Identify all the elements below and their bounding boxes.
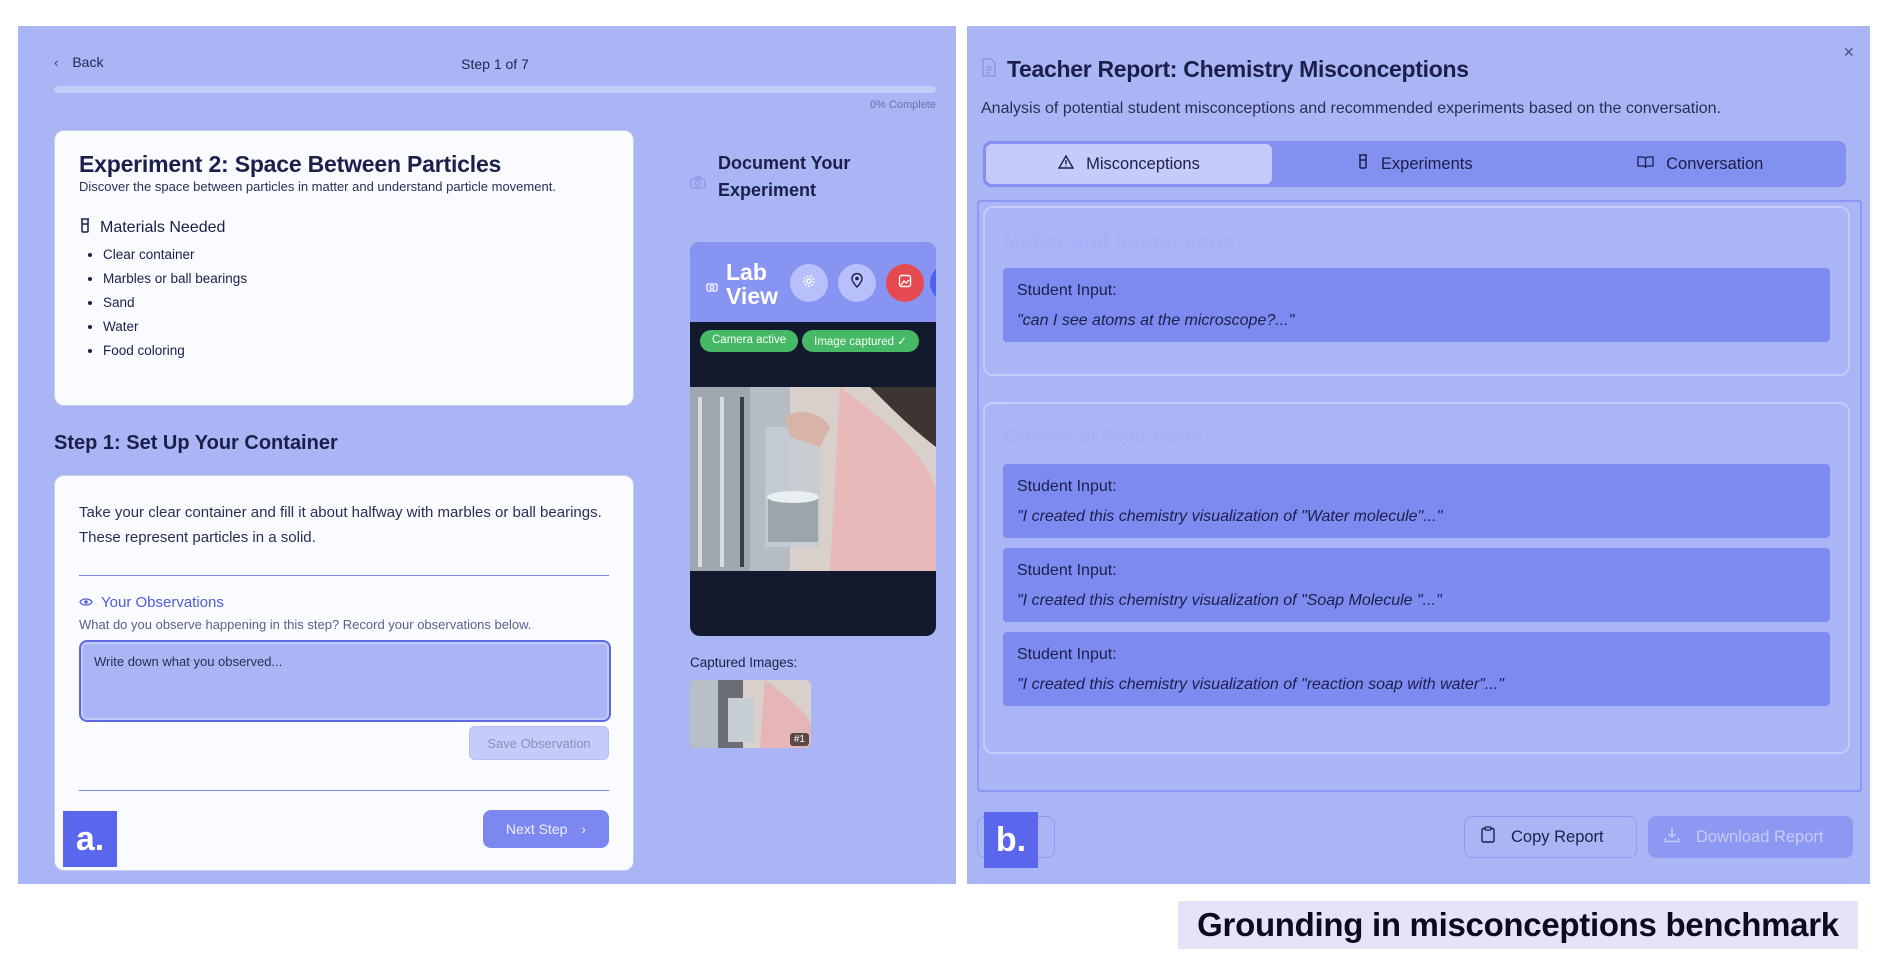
- figure-caption: Grounding in misconceptions benchmark: [1178, 901, 1858, 949]
- camera-icon: [690, 176, 706, 204]
- lab-view-title: Lab View: [706, 260, 778, 308]
- group-title: Matter and Interactions: [1003, 230, 1235, 253]
- list-item: Sand: [103, 295, 609, 311]
- document-icon: [981, 57, 997, 82]
- capture-button[interactable]: [886, 264, 924, 302]
- student-input-label: Student Input:: [1017, 562, 1117, 579]
- panel-label-a: a.: [63, 811, 117, 867]
- tab-misconceptions[interactable]: Misconceptions: [986, 144, 1272, 184]
- list-item: Food coloring: [103, 343, 609, 359]
- close-icon[interactable]: ×: [1843, 42, 1854, 63]
- progress-bar: [54, 86, 936, 93]
- chevron-right-icon: ›: [581, 821, 587, 837]
- student-input-card: Student Input: "can I see atoms at the m…: [1003, 268, 1830, 342]
- status-row: Camera active Image captured ✓: [700, 330, 919, 352]
- location-button[interactable]: [838, 264, 876, 302]
- tab-conversation[interactable]: Conversation: [1558, 144, 1844, 184]
- tab-label: Experiments: [1380, 154, 1473, 173]
- experiment-card: Experiment 2: Space Between Particles Di…: [54, 130, 634, 406]
- misconception-group: Chemical Reactions Student Input: "I cre…: [983, 402, 1850, 754]
- tab-label: Misconceptions: [1086, 154, 1200, 173]
- materials-list: Clear container Marbles or ball bearings…: [79, 247, 609, 359]
- observation-textarea[interactable]: Write down what you observed...: [79, 640, 611, 722]
- lab-view-card: Lab View Camera active Image captured ✓: [690, 242, 936, 636]
- list-item: Clear container: [103, 247, 609, 263]
- student-input-quote: "I created this chemistry visualization …: [1017, 592, 1442, 609]
- clipboard-icon: [1481, 826, 1495, 848]
- download-report-button[interactable]: Download Report: [1648, 816, 1853, 858]
- save-observation-button[interactable]: Save Observation: [469, 726, 609, 760]
- document-experiment-title: Document Your Experiment: [718, 153, 851, 200]
- student-input-label: Student Input:: [1017, 478, 1117, 495]
- student-input-label: Student Input:: [1017, 646, 1117, 663]
- lab-title-line1: Lab: [726, 259, 767, 285]
- copy-report-label: Copy Report: [1511, 827, 1604, 846]
- beaker-icon: [79, 218, 91, 238]
- student-input-card: Student Input: "I created this chemistry…: [1003, 632, 1830, 706]
- tab-experiments[interactable]: Experiments: [1272, 144, 1558, 184]
- download-report-label: Download Report: [1696, 827, 1824, 846]
- misconception-group: Matter and Interactions Student Input: "…: [983, 206, 1850, 376]
- report-subtitle: Analysis of potential student misconcept…: [981, 100, 1721, 117]
- top-bar: ‹ Back Step 1 of 7: [54, 52, 936, 82]
- beaker-icon: [1357, 154, 1369, 174]
- step-indicator: Step 1 of 7: [461, 56, 529, 72]
- book-icon: [1637, 155, 1654, 174]
- experiment-title: Experiment 2: Space Between Particles: [79, 151, 502, 177]
- observations-hint: What do you observe happening in this st…: [79, 617, 532, 632]
- observations-heading-label: Your Observations: [101, 594, 224, 611]
- document-experiment-heading: Document Your Experiment: [690, 150, 940, 204]
- next-step-label: Next Step: [505, 821, 568, 837]
- panel-label-b: b.: [984, 812, 1038, 868]
- student-input-label: Student Input:: [1017, 282, 1117, 299]
- download-icon: [1664, 827, 1680, 848]
- divider: [79, 790, 609, 791]
- materials-heading-label: Materials Needed: [100, 219, 226, 236]
- list-item: Marbles or ball bearings: [103, 271, 609, 287]
- report-title: Teacher Report: Chemistry Misconceptions: [1007, 56, 1469, 82]
- settings-button[interactable]: [790, 264, 828, 302]
- student-input-card: Student Input: "I created this chemistry…: [1003, 548, 1830, 622]
- report-tabs: Misconceptions Experiments Conversation: [983, 141, 1846, 187]
- tab-label: Conversation: [1666, 154, 1764, 173]
- step-instruction: Take your clear container and fill it ab…: [79, 504, 602, 546]
- captured-images-label: Captured Images:: [690, 655, 798, 670]
- progress-label: 0% Complete: [869, 99, 936, 111]
- step-title: Step 1: Set Up Your Container: [54, 432, 338, 454]
- materials-heading: Materials Needed: [79, 218, 609, 238]
- warning-triangle-icon: [1057, 154, 1075, 174]
- camera-small-icon: [706, 272, 718, 296]
- step-card: Take your clear container and fill it ab…: [54, 475, 634, 871]
- divider: [79, 575, 609, 576]
- eye-icon: [79, 594, 93, 611]
- captured-image-thumbnail[interactable]: #1: [690, 680, 811, 748]
- next-step-button[interactable]: Next Step ›: [483, 810, 609, 848]
- more-button[interactable]: [930, 264, 936, 302]
- misconceptions-list[interactable]: Matter and Interactions Student Input: "…: [977, 200, 1862, 792]
- gear-icon: [802, 274, 816, 293]
- student-input-card: Student Input: "I created this chemistry…: [1003, 464, 1830, 538]
- experiment-subtitle: Discover the space between particles in …: [79, 179, 556, 194]
- report-header: Teacher Report: Chemistry Misconceptions: [981, 56, 1469, 83]
- lab-view-header: Lab View: [690, 242, 936, 322]
- lab-title-line2: View: [726, 283, 778, 309]
- copy-report-button[interactable]: Copy Report: [1464, 816, 1637, 858]
- list-item: Water: [103, 319, 609, 335]
- student-input-quote: "can I see atoms at the microscope?...": [1017, 312, 1295, 329]
- thumbnail-index: #1: [789, 733, 809, 746]
- student-experiment-panel: ‹ Back Step 1 of 7 0% Complete Experimen…: [18, 26, 956, 884]
- capture-status-badge: Image captured ✓: [802, 330, 919, 352]
- teacher-report-panel: × Teacher Report: Chemistry Misconceptio…: [967, 26, 1870, 884]
- map-pin-icon: [851, 272, 863, 293]
- image-capture-icon: [898, 274, 912, 293]
- observations-heading: Your Observations: [79, 594, 609, 611]
- camera-feed-image: [690, 387, 936, 571]
- camera-status-badge: Camera active: [700, 330, 799, 352]
- student-input-quote: "I created this chemistry visualization …: [1017, 676, 1504, 693]
- group-title: Chemical Reactions: [1003, 426, 1203, 449]
- student-input-quote: "I created this chemistry visualization …: [1017, 508, 1443, 525]
